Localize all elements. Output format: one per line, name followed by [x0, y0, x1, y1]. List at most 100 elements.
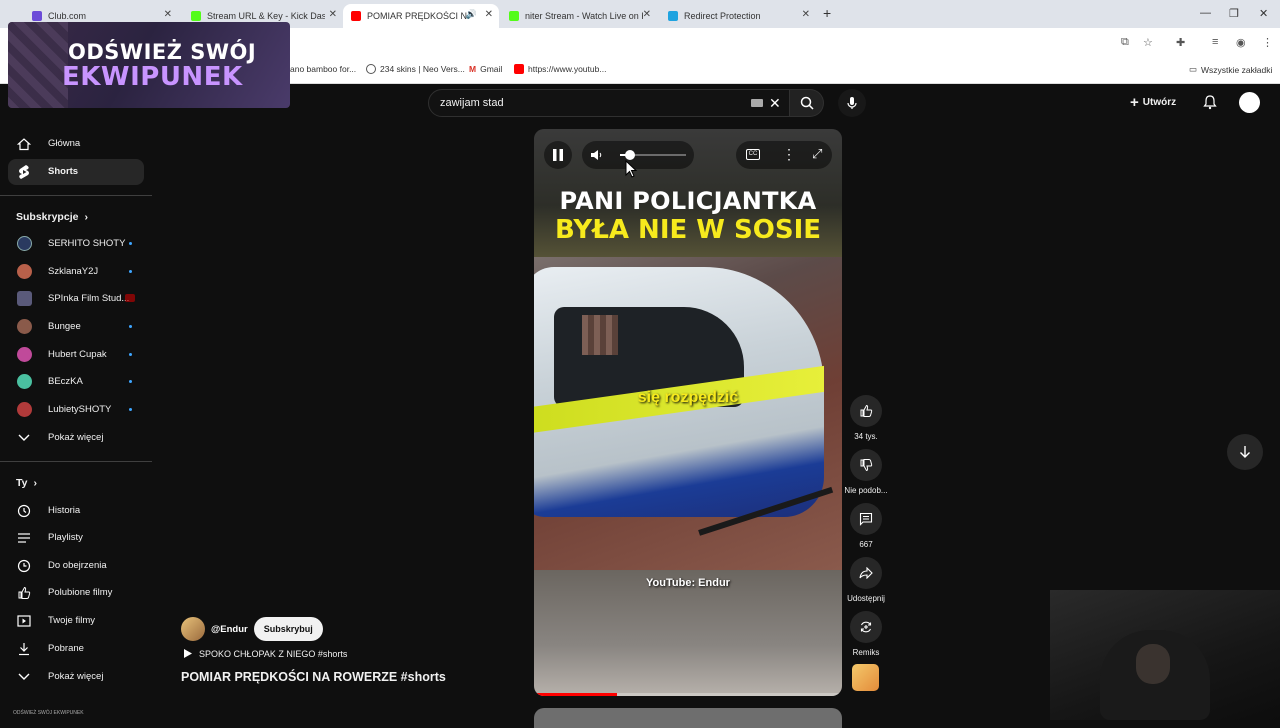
volume-knob[interactable]: [624, 150, 635, 160]
volume-slider[interactable]: [620, 150, 686, 160]
bookmark-item[interactable]: M Gmail: [469, 64, 502, 74]
video-progress-bar[interactable]: [534, 693, 842, 696]
close-window-icon[interactable]: ✕: [1259, 7, 1268, 20]
dislike-label: Nie podob...: [844, 486, 888, 495]
close-icon[interactable]: ✕: [164, 9, 172, 20]
search-input[interactable]: zawijam stad ✕: [428, 89, 790, 117]
browser-tab-5[interactable]: Redirect Protection ✕: [660, 4, 816, 28]
media-controls-icon[interactable]: ≡: [1212, 36, 1218, 48]
sidebar-sub-item[interactable]: Hubert Cupak: [8, 342, 144, 368]
play-icon: [184, 649, 192, 658]
sidebar-item-label: SPInka Film Stud...: [48, 293, 130, 304]
next-short-button[interactable]: [1227, 434, 1263, 470]
volume-control[interactable]: [582, 141, 694, 169]
captions-icon[interactable]: CC: [746, 149, 760, 160]
shorts-video-player[interactable]: PANI POLICJANTKA BYŁA NIE W SOSIE się ro…: [534, 129, 842, 696]
sidebar-item-watch-later[interactable]: Do obejrzenia: [8, 553, 144, 579]
sidebar-sub-item[interactable]: Bungee: [8, 314, 144, 340]
channel-avatar: [17, 347, 32, 362]
restore-icon[interactable]: ❐: [1229, 7, 1239, 20]
sidebar-sub-item[interactable]: SERHITO SHOTY: [8, 231, 144, 257]
like-count: 34 tys.: [854, 432, 878, 441]
sidebar-show-more[interactable]: Pokaż więcej: [8, 664, 144, 690]
voice-search-button[interactable]: [838, 89, 866, 117]
create-button[interactable]: + Utwórz: [1130, 91, 1176, 113]
next-short-preview[interactable]: [534, 708, 842, 728]
tab-favicon-icon: [191, 11, 201, 21]
bookmark-item[interactable]: ano bamboo for...: [290, 64, 356, 74]
subscribe-button[interactable]: Subskrybuj: [253, 617, 323, 641]
channel-handle[interactable]: @Endur: [211, 624, 248, 635]
clear-search-icon[interactable]: ✕: [769, 95, 781, 112]
webcam-overlay: [1050, 590, 1280, 720]
subscriptions-heading[interactable]: Subskrypcje ›: [16, 211, 88, 223]
notifications-button[interactable]: [1202, 94, 1218, 115]
sidebar-item-liked[interactable]: Polubione filmy: [8, 580, 144, 606]
search-button[interactable]: [790, 89, 824, 117]
bell-icon: [1203, 95, 1217, 110]
sidebar-item-downloads[interactable]: Pobrane: [8, 636, 144, 662]
live-indicator-icon: [125, 294, 135, 302]
browser-tab-4[interactable]: niter Stream - Watch Live on Ki ✕: [501, 4, 657, 28]
channel-avatar: [17, 264, 32, 279]
extensions-icon[interactable]: ✚: [1176, 36, 1185, 49]
comments-button[interactable]: [850, 503, 882, 535]
star-icon[interactable]: ☆: [1143, 36, 1153, 49]
close-icon[interactable]: ✕: [802, 9, 810, 20]
sidebar-item-your-videos[interactable]: Twoje filmy: [8, 608, 144, 634]
blurred-face: [582, 315, 618, 355]
thumb-up-icon: [860, 404, 873, 417]
video-title[interactable]: POMIAR PRĘDKOŚCI NA ROWERZE #shorts: [181, 670, 446, 684]
you-heading[interactable]: Ty ›: [16, 477, 37, 489]
pause-button[interactable]: [544, 141, 572, 169]
close-icon[interactable]: ✕: [329, 9, 337, 20]
tab-title: Club.com: [48, 11, 87, 21]
new-tab-button[interactable]: +: [823, 5, 831, 21]
bookmark-label: Gmail: [480, 64, 503, 74]
channel-avatar[interactable]: [181, 617, 205, 641]
sidebar-show-more[interactable]: Pokaż więcej: [8, 425, 144, 451]
menu-kebab-icon[interactable]: ⋮: [1262, 36, 1273, 49]
sidebar-item-label: Shorts: [48, 166, 79, 177]
new-content-dot: [129, 242, 132, 245]
sidebar-item-label: Pobrane: [48, 643, 84, 654]
dislike-button[interactable]: [850, 449, 882, 481]
audio-track-thumbnail[interactable]: [852, 664, 879, 691]
sidebar-item-playlists[interactable]: Playlisty: [8, 525, 144, 551]
sidebar-item-shorts[interactable]: Shorts: [8, 159, 144, 185]
thumb-up-icon: [16, 585, 32, 601]
close-icon[interactable]: ✕: [485, 9, 493, 20]
close-icon[interactable]: ✕: [643, 9, 651, 20]
sidebar-sub-item[interactable]: BEczKA: [8, 369, 144, 395]
account-avatar[interactable]: [1239, 92, 1260, 113]
share-icon: [859, 567, 873, 579]
video-progress-fill: [534, 693, 618, 696]
browser-tab-3[interactable]: POMIAR PRĘDKOŚCI NA R 🔊 ✕: [343, 4, 499, 28]
related-video-link[interactable]: SPOKO CHŁOPAK Z NIEGO #shorts: [183, 648, 347, 659]
all-bookmarks[interactable]: ▭ Wszystkie zakładki: [1189, 64, 1272, 75]
bookmark-item[interactable]: 234 skins | Neo Vers...: [366, 64, 465, 74]
more-options-icon[interactable]: ⋮: [782, 146, 796, 163]
sidebar-item-home[interactable]: Główna: [8, 131, 144, 157]
sidebar-sub-item[interactable]: SzklanaY2J: [8, 259, 144, 285]
home-icon: [16, 136, 32, 152]
keyboard-icon[interactable]: [751, 99, 763, 107]
sidebar-divider: [0, 461, 152, 462]
captions-menu: CC ⋮ ⤢: [736, 141, 832, 169]
bookmark-item[interactable]: https://www.youtub...: [514, 64, 606, 74]
sidebar-sub-item[interactable]: LubietySHOTY: [8, 397, 144, 423]
history-icon: [16, 503, 32, 519]
fullscreen-icon[interactable]: ⤢: [812, 146, 822, 162]
remix-button[interactable]: [850, 611, 882, 643]
like-button[interactable]: [850, 395, 882, 427]
sidebar-sub-item[interactable]: SPInka Film Stud...: [8, 286, 144, 312]
video-caption: się rozpędzić: [637, 389, 739, 406]
profile-icon[interactable]: ◉: [1236, 36, 1246, 49]
sidebar-item-history[interactable]: Historia: [8, 498, 144, 524]
share-button[interactable]: [850, 557, 882, 589]
install-app-icon[interactable]: ⧉: [1121, 36, 1129, 49]
speaker-icon[interactable]: 🔊: [466, 9, 477, 20]
minimize-icon[interactable]: —: [1200, 7, 1211, 19]
new-content-dot: [129, 353, 132, 356]
sidebar-item-label: Hubert Cupak: [48, 349, 107, 360]
